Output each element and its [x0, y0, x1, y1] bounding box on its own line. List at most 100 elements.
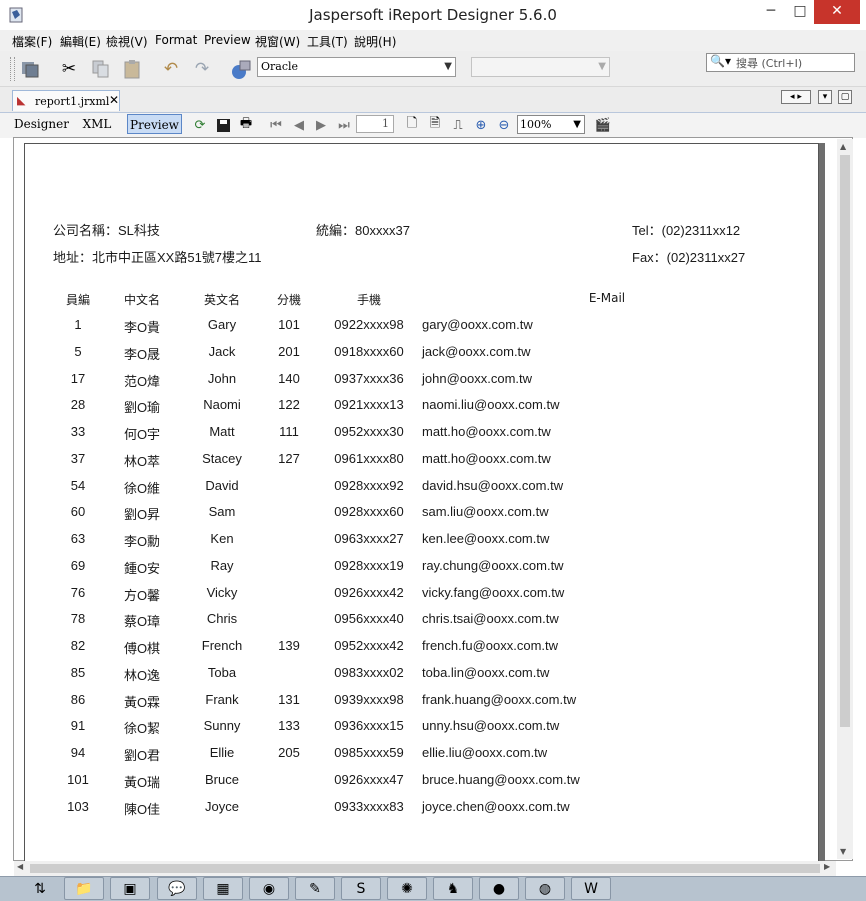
cell-employee-id: 63 [70, 531, 86, 546]
s-app-icon[interactable]: S [341, 877, 381, 900]
calculator-icon[interactable]: ▦ [203, 877, 243, 900]
cell-english-name: Ellie [209, 745, 235, 760]
menu-view[interactable]: 檢視(V) [106, 33, 148, 50]
menu-format[interactable]: Format [155, 33, 197, 47]
tab-report1[interactable]: ◣ report1.jrxml ✕ [12, 90, 120, 111]
cell-extension: 127 [278, 451, 300, 466]
tab-preview[interactable]: Preview [127, 114, 182, 134]
vertical-scrollbar[interactable]: ▲ ▼ [837, 139, 853, 859]
vertical-scroll-thumb[interactable] [840, 155, 850, 727]
tab-designer[interactable]: Designer [14, 114, 69, 134]
horizontal-scroll-thumb[interactable] [30, 864, 820, 873]
menu-window[interactable]: 視窗(W) [255, 33, 300, 50]
cell-email: bruce.huang@ooxx.com.tw [422, 772, 580, 787]
cell-email: unny.hsu@ooxx.com.tw [422, 718, 560, 733]
maximize-editor-button[interactable]: ▢ [838, 90, 852, 104]
cell-chinese-name: 林O萃 [123, 454, 161, 469]
scroll-up-icon[interactable]: ▲ [840, 142, 846, 151]
tab-scroll-buttons[interactable]: ◂ ▸ [781, 90, 811, 104]
cell-chinese-name: 劉O瑜 [123, 400, 161, 415]
column-header-mobile: 手機 [356, 293, 382, 307]
cell-mobile: 0939xxxx98 [334, 692, 404, 707]
zoom-in-icon[interactable]: ⊕ [472, 116, 490, 134]
cell-mobile: 0928xxxx92 [334, 478, 404, 493]
cell-mobile: 0956xxxx40 [334, 611, 404, 626]
cell-extension: 122 [278, 397, 300, 412]
next-page-icon[interactable]: ▶ [312, 116, 330, 134]
ireport-icon[interactable]: ♞ [433, 877, 473, 900]
datasource-select[interactable]: Oracle ▼ [257, 57, 456, 77]
scroll-left-icon[interactable]: ◀ [17, 862, 23, 871]
previous-page-icon[interactable]: ◀ [290, 116, 308, 134]
terminal-icon[interactable]: ▣ [110, 877, 150, 900]
movie-export-icon[interactable]: 🎬 [594, 116, 612, 134]
zoom-select[interactable]: 100% ▼ [517, 115, 585, 134]
cell-email: ellie.liu@ooxx.com.tw [422, 745, 548, 760]
report-file-icon: ◣ [17, 94, 26, 107]
scroll-right-icon[interactable]: ▶ [824, 862, 830, 871]
close-button[interactable]: ✕ [814, 0, 860, 24]
first-page-icon[interactable]: ⏮ [267, 116, 285, 134]
menu-help[interactable]: 說明(H) [354, 33, 396, 50]
word-icon[interactable]: W [571, 877, 611, 900]
cell-email: ken.lee@ooxx.com.tw [422, 531, 550, 546]
zoom-out-icon[interactable]: ⊖ [495, 116, 513, 134]
horizontal-scrollbar[interactable]: ◀ ▶ [14, 861, 836, 876]
cell-employee-id: 69 [70, 558, 86, 573]
fit-width-icon[interactable]: ⎍ [449, 116, 467, 134]
quick-search[interactable]: 🔍▾ 搜尋 (Ctrl+I) [706, 53, 855, 72]
file-explorer-icon[interactable]: 📁 [64, 877, 104, 900]
search-input[interactable]: 搜尋 (Ctrl+I) [736, 55, 802, 71]
actual-size-icon[interactable]: 🗋 [403, 116, 421, 134]
scroll-down-icon[interactable]: ▼ [840, 847, 846, 856]
paste-icon[interactable] [120, 57, 144, 81]
reload-icon[interactable]: ⟳ [191, 116, 209, 134]
page-number-field[interactable]: 1 [356, 115, 394, 133]
notepad-icon[interactable]: ✎ [295, 877, 335, 900]
menu-preview[interactable]: Preview [204, 33, 251, 47]
redo-icon[interactable]: ↷ [190, 57, 214, 81]
cell-chinese-name: 陳O佳 [123, 802, 161, 817]
copy-icon[interactable] [89, 57, 113, 81]
cell-chinese-name: 黃O霖 [123, 695, 161, 710]
chrome-icon[interactable]: ◉ [249, 877, 289, 900]
undo-icon[interactable]: ↶ [159, 57, 183, 81]
last-page-icon[interactable]: ⏭ [335, 116, 353, 134]
settings-wheel-icon[interactable]: ✺ [387, 877, 427, 900]
close-tab-icon[interactable]: ✕ [109, 93, 119, 107]
cell-employee-id: 94 [70, 745, 86, 760]
menu-edit[interactable]: 編輯(E) [60, 33, 101, 50]
search-icon[interactable]: 🔍▾ [710, 54, 731, 68]
cut-icon[interactable]: ✂ [57, 57, 81, 81]
cell-extension: 111 [279, 424, 299, 439]
tab-xml[interactable]: XML [78, 114, 116, 134]
cell-mobile: 0918xxxx60 [334, 344, 404, 359]
cell-email: chris.tsai@ooxx.com.tw [422, 611, 559, 626]
maximize-button[interactable]: □ [786, 0, 814, 24]
cell-english-name: Sunny [203, 718, 241, 733]
cell-mobile: 0983xxxx02 [334, 665, 404, 680]
cell-mobile: 0922xxxx98 [334, 317, 404, 332]
tab-list-button[interactable]: ▾ [818, 90, 832, 104]
cell-employee-id: 101 [67, 772, 89, 787]
line-chat-icon[interactable]: 💬 [157, 877, 197, 900]
network-icon[interactable]: ⇅ [20, 877, 60, 900]
save-all-icon[interactable] [18, 57, 42, 81]
fit-page-icon[interactable]: 🗎 [426, 116, 444, 134]
toolbar-grip[interactable] [10, 57, 15, 81]
cell-email: vicky.fang@ooxx.com.tw [422, 585, 565, 600]
minimize-button[interactable]: ─ [758, 0, 784, 24]
cell-chinese-name: 徐O維 [123, 481, 161, 496]
globe-icon[interactable]: ◍ [525, 877, 565, 900]
tax-id: 統編：80xxxx37 [316, 223, 410, 238]
menu-file[interactable]: 檔案(F) [12, 33, 52, 50]
cell-chinese-name: 林O逸 [123, 668, 161, 683]
cell-mobile: 0928xxxx60 [334, 504, 404, 519]
menu-tools[interactable]: 工具(T) [307, 33, 348, 50]
save-report-icon[interactable] [214, 116, 232, 134]
cell-employee-id: 37 [70, 451, 86, 466]
cell-email: joyce.chen@ooxx.com.tw [422, 799, 570, 814]
print-icon[interactable]: 🖶 [237, 116, 255, 134]
datasource-icon[interactable] [229, 57, 253, 81]
acorn-icon[interactable]: ● [479, 877, 519, 900]
